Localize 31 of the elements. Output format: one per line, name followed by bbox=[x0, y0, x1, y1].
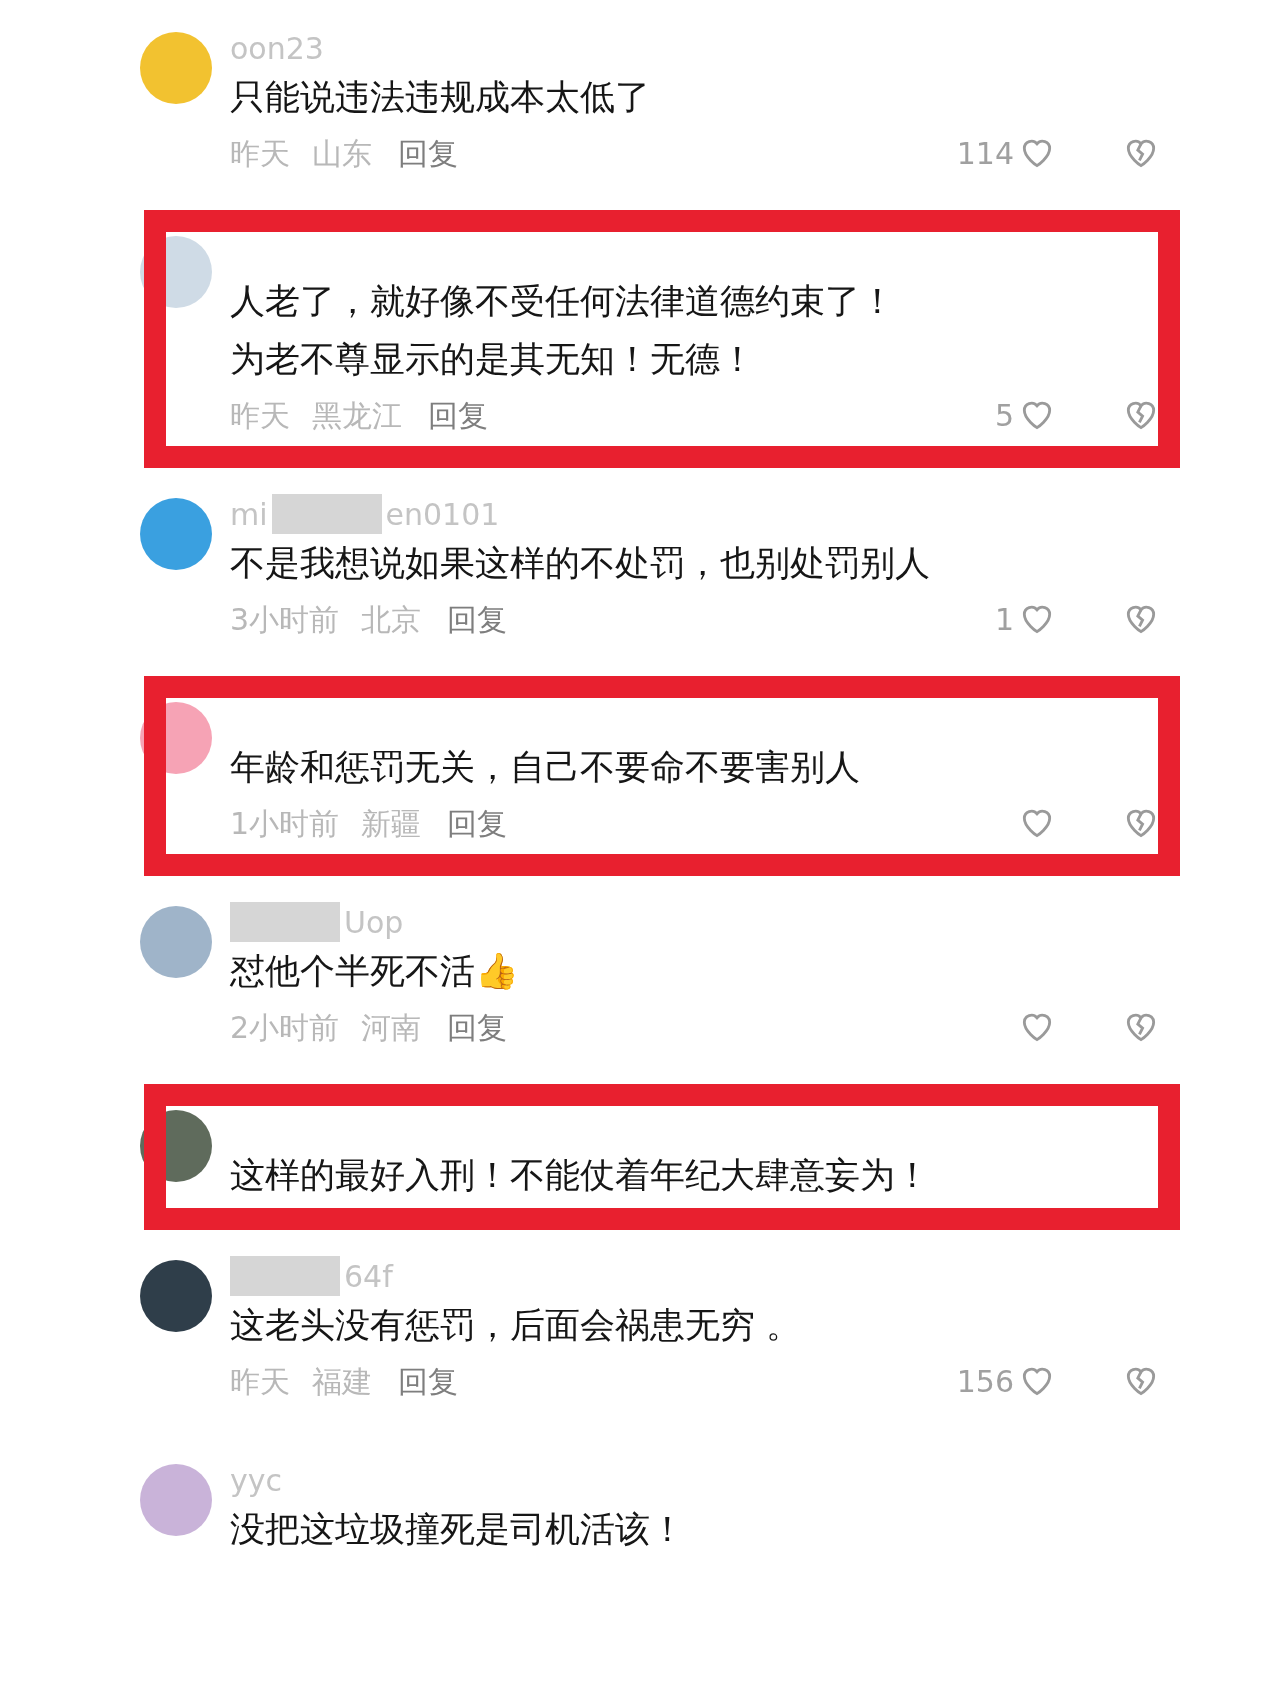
comment-text: 怼他个半死不活👍 bbox=[230, 950, 520, 993]
comment-location: 山东 bbox=[312, 134, 372, 173]
like-count: 114 bbox=[956, 134, 1014, 173]
reply-link[interactable]: 回复 bbox=[428, 392, 488, 438]
comment-location: 河南 bbox=[361, 1008, 422, 1047]
comment-location: 新疆 bbox=[361, 804, 422, 843]
comment-location: 北京 bbox=[361, 600, 422, 639]
comment-location: 福建 bbox=[312, 1362, 372, 1401]
comment-text: 没把这垃圾撞死是司机活该！ bbox=[230, 1508, 686, 1551]
comment-time: 3小时前 bbox=[230, 600, 340, 639]
comment-time: 昨天 bbox=[230, 396, 290, 435]
reply-link[interactable]: 回复 bbox=[447, 1004, 508, 1050]
like-count: 1 bbox=[994, 600, 1014, 639]
reply-link[interactable]: 回复 bbox=[447, 596, 508, 642]
comment-text: 年龄和惩罚无关，自己不要命不要害别人 bbox=[230, 746, 861, 789]
comment-text: 这样的最好入刑！不能仗着年纪大肆意妄为！ bbox=[230, 1154, 931, 1197]
comment-location: 黑龙江 bbox=[312, 396, 402, 435]
reply-link[interactable]: 回复 bbox=[398, 130, 458, 176]
reply-link[interactable]: 回复 bbox=[447, 800, 508, 846]
comment-time: 1小时前 bbox=[230, 804, 340, 843]
like-count: 156 bbox=[956, 1362, 1014, 1401]
comment-text: 不是我想说如果这样的不处罚，也别处罚别人 bbox=[230, 542, 931, 585]
comment-text: 这老头没有惩罚，后面会祸患无穷 。 bbox=[230, 1304, 803, 1347]
comment-time: 昨天 bbox=[230, 134, 290, 173]
like-count: 5 bbox=[994, 396, 1014, 435]
comment-text: 只能说违法违规成本太低了 bbox=[230, 76, 651, 119]
comment-time: 2小时前 bbox=[230, 1008, 340, 1047]
comment-text: 为老不尊显示的是其无知！无德！ bbox=[230, 338, 756, 381]
reply-link[interactable]: 回复 bbox=[398, 1358, 458, 1404]
comment-text: 人老了，就好像不受任何法律道德约束了！ bbox=[230, 280, 896, 323]
comment-time: 昨天 bbox=[230, 1362, 290, 1401]
